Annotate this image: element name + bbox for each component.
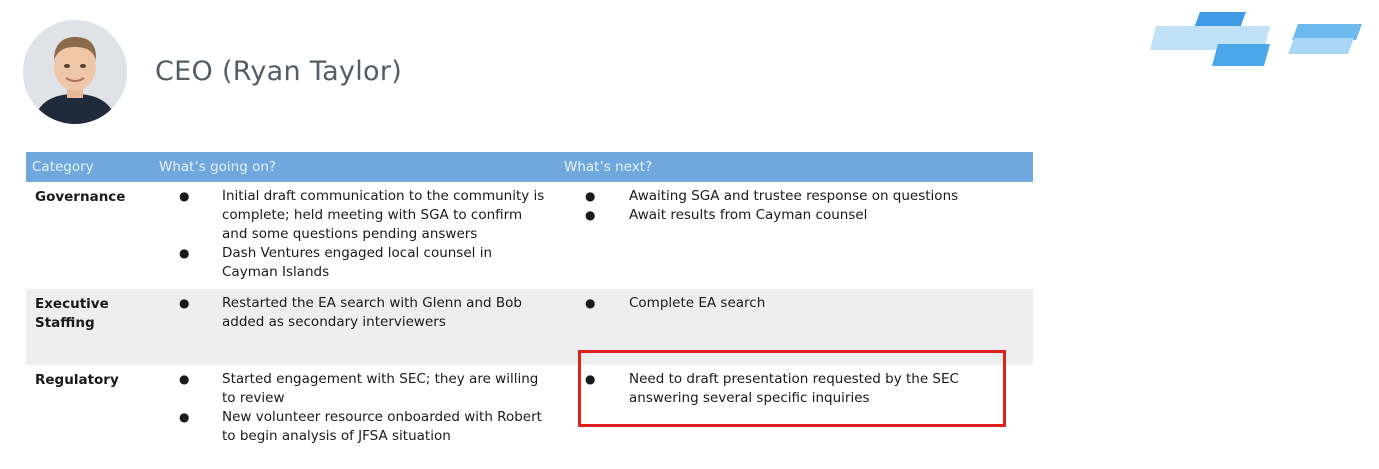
header-category: Category: [26, 152, 152, 182]
bullet-icon: ●: [179, 372, 190, 386]
bullet-icon: ●: [585, 296, 596, 310]
brand-logo: [1148, 10, 1368, 74]
list-item: ● New volunteer resource onboarded with R…: [179, 409, 542, 444]
row-going-on: ● Restarted the EA search with Glenn and …: [152, 289, 561, 365]
list-item: ● Await results from Cayman counsel: [585, 207, 868, 223]
list-item: ● Complete EA search: [585, 295, 766, 311]
list-item: ● Awaiting SGA and trustee response on qu…: [585, 188, 959, 204]
bullet-icon: ●: [179, 410, 190, 424]
bullet-icon: ●: [585, 189, 596, 203]
list-item: ● Dash Ventures engaged local counsel in …: [179, 245, 492, 280]
row-going-on: ● Initial draft communication to the comm…: [152, 182, 561, 289]
row-next: ● Awaiting SGA and trustee response on qu…: [561, 182, 1033, 289]
list-item: ● Started engagement with SEC; they are w…: [179, 371, 539, 406]
row-category: Regulatory: [35, 372, 119, 388]
header-whats-next: What’s next?: [561, 152, 1033, 182]
bullet-icon: ●: [585, 208, 596, 222]
row-category: Executive Staffing: [26, 289, 152, 365]
logo-icon: [1150, 12, 1362, 66]
page-title: CEO (Ryan Taylor): [155, 56, 403, 87]
row-going-on: ● Started engagement with SEC; they are w…: [152, 365, 561, 455]
highlight-box: [578, 350, 1006, 427]
bullet-icon: ●: [179, 296, 190, 310]
table-row-governance: Governance ● Initial draft communication …: [26, 182, 1033, 289]
ceo-avatar: [23, 20, 127, 124]
table-header-row: Category What’s going on? What’s next?: [26, 152, 1033, 182]
row-category: Governance: [35, 189, 126, 205]
list-item: ● Initial draft communication to the comm…: [179, 188, 545, 242]
header-whats-going-on: What’s going on?: [152, 152, 561, 182]
bullet-icon: ●: [179, 246, 190, 260]
bullet-icon: ●: [179, 189, 190, 203]
person-photo-icon: [23, 20, 127, 124]
list-item: ● Restarted the EA search with Glenn and …: [179, 295, 522, 330]
